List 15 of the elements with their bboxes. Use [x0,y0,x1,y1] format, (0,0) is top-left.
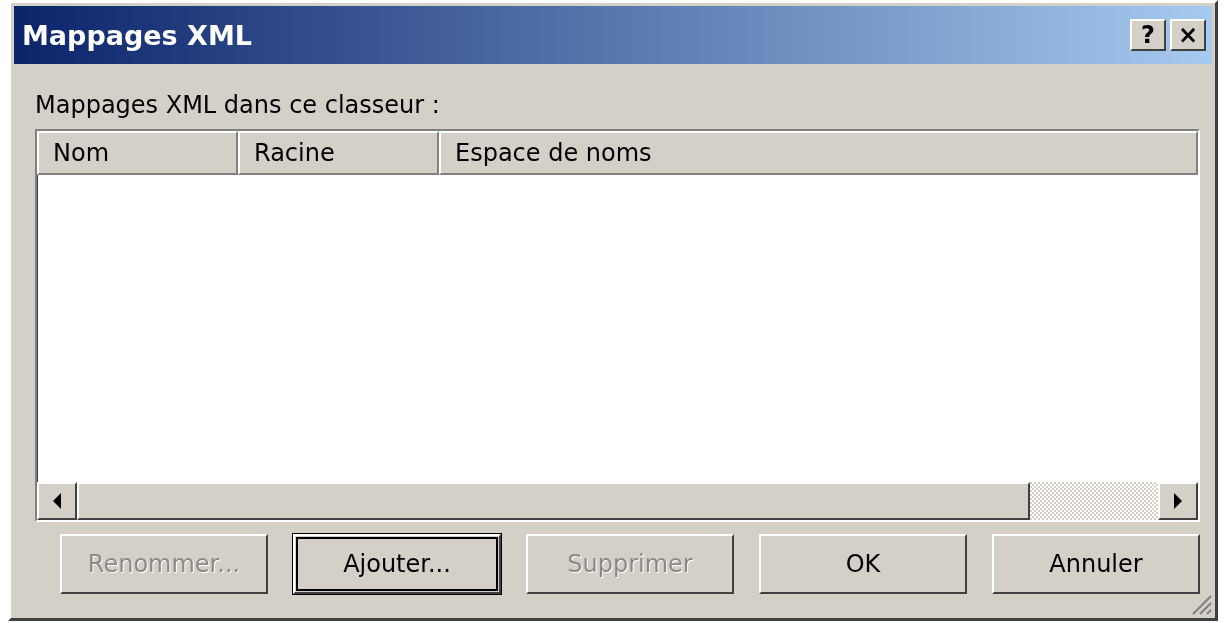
xml-maps-list[interactable]: Nom Racine Espace de noms [35,129,1200,522]
dialog-button[interactable]: OK [759,534,967,594]
column-header[interactable]: Espace de noms [439,131,1198,175]
list-label: Mappages XML dans ce classeur : [35,91,441,119]
scroll-right-icon[interactable] [1173,493,1183,509]
column-header[interactable]: Nom [37,131,238,175]
scroll-left-icon[interactable] [52,493,62,509]
horizontal-scrollbar[interactable] [37,482,1198,520]
title-bar-button[interactable]: × [1170,19,1206,51]
window-title: Mappages XML [22,19,253,51]
column-header[interactable]: Racine [238,131,439,175]
dialog-button[interactable]: Annuler [992,534,1200,594]
title-bar-button[interactable]: ? [1130,19,1166,51]
scrollbar-thumb[interactable] [77,482,1030,520]
dialog-button[interactable]: Ajouter... [293,534,501,594]
